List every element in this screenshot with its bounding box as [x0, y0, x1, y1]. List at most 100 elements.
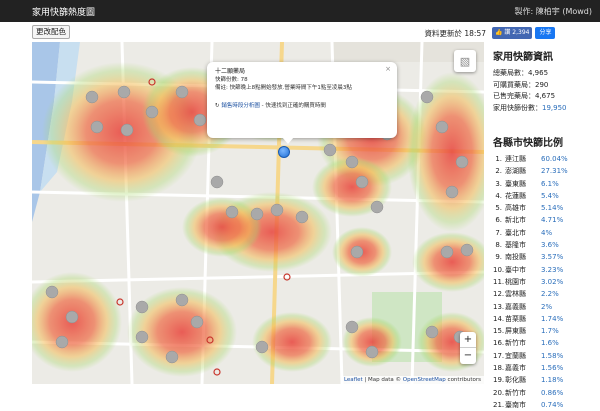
list-item: 9. 南投縣 3.57% [493, 251, 597, 263]
list-item: 14. 苗栗縣 1.74% [493, 313, 597, 325]
county-ratio[interactable]: 4.71% [541, 214, 563, 226]
county-name: 澎湖縣 [505, 167, 526, 176]
rank: 13. [493, 302, 505, 311]
list-item: 17. 宜蘭縣 1.58% [493, 350, 597, 362]
county-name: 雲林縣 [505, 290, 526, 299]
list-item: 20. 新竹市 0.86% [493, 387, 597, 399]
list-item: 16. 新竹市 1.6% [493, 337, 597, 349]
county-ratio[interactable]: 1.7% [541, 325, 559, 337]
rank: 5. [495, 204, 502, 213]
author-credit: 製作: 陳柏宇 (Mowd) [514, 6, 592, 16]
county-name: 連江縣 [505, 155, 526, 163]
change-color-button[interactable]: 更改配色 [32, 25, 70, 39]
county-ratio[interactable]: 27.31% [541, 165, 568, 177]
update-time-label: 資料更新於 18:57 [424, 29, 487, 38]
osm-link[interactable]: OpenStreetMap [403, 377, 446, 383]
rank: 15. [493, 327, 505, 336]
county-name: 嘉義縣 [505, 302, 526, 311]
county-name: 臺南市 [505, 400, 526, 409]
ratio-title: 各縣市快篩比例 [493, 138, 563, 149]
rank: 18. [493, 364, 505, 373]
rank: 12. [493, 290, 505, 299]
sold-out-pharmacies: 已售完藥局：4,675 [493, 92, 556, 100]
list-item: 19. 彰化縣 1.18% [493, 374, 597, 386]
county-ratio[interactable]: 6.1% [541, 178, 559, 190]
total-pharmacies: 總藥局數：4,965 [493, 69, 549, 77]
county-ratio[interactable]: 3.57% [541, 251, 563, 263]
rank: 8. [495, 241, 502, 250]
county-ratio[interactable]: 1.74% [541, 313, 563, 325]
county-ratio[interactable]: 60.04% [541, 153, 568, 165]
refresh-icon: ↻ [215, 103, 220, 109]
rank: 4. [495, 191, 502, 200]
facebook-like-button[interactable]: 👍 讚 2,394 [492, 27, 533, 39]
info-title: 家用快篩資訊 [493, 52, 553, 63]
rank: 19. [493, 376, 505, 385]
list-item: 13. 嘉義縣 2% [493, 301, 597, 313]
sales-chart-link[interactable]: 銷售時段分析圖 [221, 103, 260, 109]
county-name: 宜蘭縣 [505, 351, 526, 360]
rank: 3. [495, 179, 502, 188]
county-ratio[interactable]: 2% [541, 301, 552, 313]
county-ratio[interactable]: 1.6% [541, 337, 559, 349]
county-name: 臺東縣 [505, 179, 526, 188]
attrib-text: | Map data © [362, 377, 403, 383]
county-name: 新竹市 [505, 339, 526, 348]
zoom-control: + − [460, 332, 476, 364]
county-name: 苗栗縣 [505, 314, 526, 323]
county-ratio[interactable]: 1.18% [541, 374, 563, 386]
popup-stock: 快篩份數: 78 [215, 77, 248, 83]
popup-title: 十二願藥局 [215, 68, 246, 75]
zoom-in-button[interactable]: + [460, 332, 476, 348]
list-item: 8. 基隆市 3.6% [493, 239, 597, 251]
county-ratio[interactable]: 3.23% [541, 264, 563, 276]
map-attribution: Leaflet | Map data © OpenStreetMap contr… [340, 376, 484, 384]
county-ratio[interactable]: 3.02% [541, 276, 563, 288]
county-ratio[interactable]: 2.2% [541, 288, 559, 300]
county-name: 桃園市 [505, 277, 526, 286]
heatmap-map[interactable]: × 十二願藥局 快篩份數: 78 備註: 快篩晚上8點開始發放.營業時間下午1點… [32, 42, 484, 384]
rank: 7. [495, 228, 502, 237]
list-item: 10. 臺中市 3.23% [493, 264, 597, 276]
county-name: 花蓮縣 [505, 191, 526, 200]
county-ratio[interactable]: 1.58% [541, 350, 563, 362]
share-button[interactable]: 分享 [535, 27, 556, 39]
zoom-out-button[interactable]: − [460, 348, 476, 364]
selected-location-marker[interactable] [278, 146, 290, 158]
popup-note: 備註: 快篩晚上8點開始發放.營業時間下午1點至凌晨3點 [215, 85, 352, 91]
list-item: 11. 桃園市 3.02% [493, 276, 597, 288]
popup-link-row: ↻ 銷售時段分析圖 - 快速找到正確的購買時間 [215, 102, 389, 110]
county-ratio[interactable]: 3.6% [541, 239, 559, 251]
list-item: 2. 澎湖縣 27.31% [493, 165, 597, 177]
stock-value: 19,950 [542, 103, 567, 112]
app-title[interactable]: 家用快篩熱度圖 [32, 5, 95, 18]
layers-icon[interactable]: ▧ [454, 50, 476, 72]
county-ratio[interactable]: 0.86% [541, 387, 563, 399]
rank: 16. [493, 339, 505, 348]
county-ratio[interactable]: 1.56% [541, 362, 563, 374]
leaflet-link[interactable]: Leaflet [344, 377, 363, 383]
rank: 11. [493, 277, 505, 286]
info-sidebar: 👍 讚 2,394 分享 家用快篩資訊 總藥局數：4,965 可購買藥局：290… [488, 22, 600, 409]
county-name: 新北市 [505, 216, 526, 225]
popup-close-icon[interactable]: × [385, 65, 391, 73]
list-item: 21. 臺南市 0.74% [493, 399, 597, 411]
available-pharmacies: 可購買藥局：290 [493, 80, 549, 89]
county-name: 嘉義市 [505, 364, 526, 373]
list-item: 7. 臺北市 4% [493, 227, 597, 239]
stock-count: 家用快篩份數：19,950 [493, 103, 567, 115]
top-navbar: 家用快篩熱度圖 製作: 陳柏宇 (Mowd) [0, 0, 600, 22]
rank: 21. [493, 400, 505, 409]
county-name: 南投縣 [505, 253, 526, 262]
rank: 14. [493, 314, 505, 323]
rank: 17. [493, 351, 505, 360]
social-buttons: 👍 讚 2,394 分享 [492, 27, 556, 39]
county-ratio[interactable]: 0.74% [541, 399, 563, 411]
rank: 10. [493, 265, 505, 274]
county-ratio[interactable]: 5.14% [541, 202, 563, 214]
county-ratio[interactable]: 4% [541, 227, 552, 239]
rank: 20. [493, 388, 505, 397]
list-item: 6. 新北市 4.71% [493, 214, 597, 226]
attrib-text-end: contributors [445, 377, 481, 383]
county-ratio[interactable]: 5.4% [541, 190, 559, 202]
